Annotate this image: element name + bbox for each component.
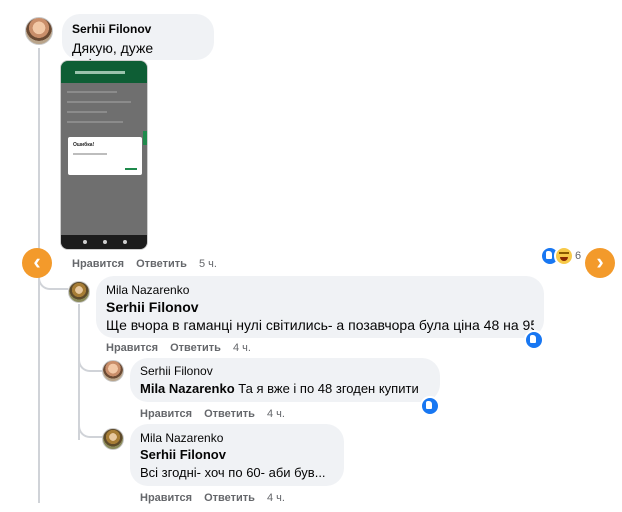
avatar[interactable] — [102, 360, 124, 382]
timestamp[interactable]: 4 ч. — [233, 342, 251, 354]
reply-link[interactable]: Ответить — [170, 342, 221, 354]
reply-link[interactable]: Ответить — [204, 492, 255, 504]
thread-elbow — [78, 418, 104, 438]
like-link[interactable]: Нравится — [140, 408, 192, 420]
avatar[interactable] — [102, 428, 124, 450]
comment-bubble: Serhii Filonov Дякую, дуже смішно. — [62, 14, 214, 72]
comment-actions: Нравится Ответить 4 ч. — [140, 492, 285, 504]
like-link[interactable]: Нравится — [140, 492, 192, 504]
reaction-count: 6 — [575, 250, 582, 262]
mention-link[interactable]: Serhii Filonov — [106, 299, 534, 315]
comment-text: Ще вчора в гаманці нулі світились- а поз… — [106, 317, 534, 333]
reply-link[interactable]: Ответить — [136, 258, 187, 270]
chevron-right-icon: › — [596, 249, 604, 274]
reply-link[interactable]: Ответить — [204, 408, 255, 420]
attachment-dialog: Ошибка! — [68, 137, 142, 175]
attachment-appbar — [61, 61, 147, 83]
next-arrow-button[interactable]: › — [585, 248, 615, 278]
avatar[interactable] — [68, 281, 90, 303]
comment-author[interactable]: Mila Nazarenko — [106, 283, 534, 297]
comment-bubble: Serhii Filonov Mila Nazarenko Та я вже і… — [130, 358, 440, 402]
dialog-title: Ошибка! — [73, 142, 95, 148]
thread-elbow — [78, 352, 104, 372]
like-reaction-icon[interactable] — [420, 396, 440, 416]
avatar[interactable] — [25, 17, 53, 45]
attachment-navbar — [61, 235, 147, 249]
mention-link[interactable]: Serhii Filonov — [140, 447, 334, 462]
image-attachment[interactable]: Ошибка! — [60, 60, 148, 250]
like-reaction-icon[interactable] — [524, 330, 544, 350]
timestamp[interactable]: 4 ч. — [267, 492, 285, 504]
comment-author[interactable]: Serhii Filonov — [72, 22, 204, 36]
comment-text: Та я вже і по 48 згоден купити — [238, 381, 419, 396]
chevron-left-icon: ‹ — [33, 249, 41, 274]
prev-arrow-button[interactable]: ‹ — [22, 248, 52, 278]
timestamp[interactable]: 4 ч. — [267, 408, 285, 420]
comment-author[interactable]: Serhii Filonov — [140, 364, 430, 378]
comment-text: Всі згодні- хоч по 60- аби був... — [140, 465, 326, 480]
haha-reaction-icon — [554, 246, 574, 266]
comment-bubble: Mila Nazarenko Serhii Filonov Ще вчора в… — [96, 276, 544, 338]
comment-bubble: Mila Nazarenko Serhii Filonov Всі згодні… — [130, 424, 344, 486]
like-link[interactable]: Нравится — [106, 342, 158, 354]
mention-link[interactable]: Mila Nazarenko — [140, 381, 235, 396]
like-link[interactable]: Нравится — [72, 258, 124, 270]
comment-author[interactable]: Mila Nazarenko — [140, 431, 334, 445]
comment-actions: Нравится Ответить 5 ч. — [72, 258, 217, 270]
reactions-summary[interactable]: 6 — [540, 246, 584, 266]
timestamp[interactable]: 5 ч. — [199, 258, 217, 270]
comment-actions: Нравится Ответить 4 ч. — [106, 342, 251, 354]
comment-actions: Нравится Ответить 4 ч. — [140, 408, 285, 420]
